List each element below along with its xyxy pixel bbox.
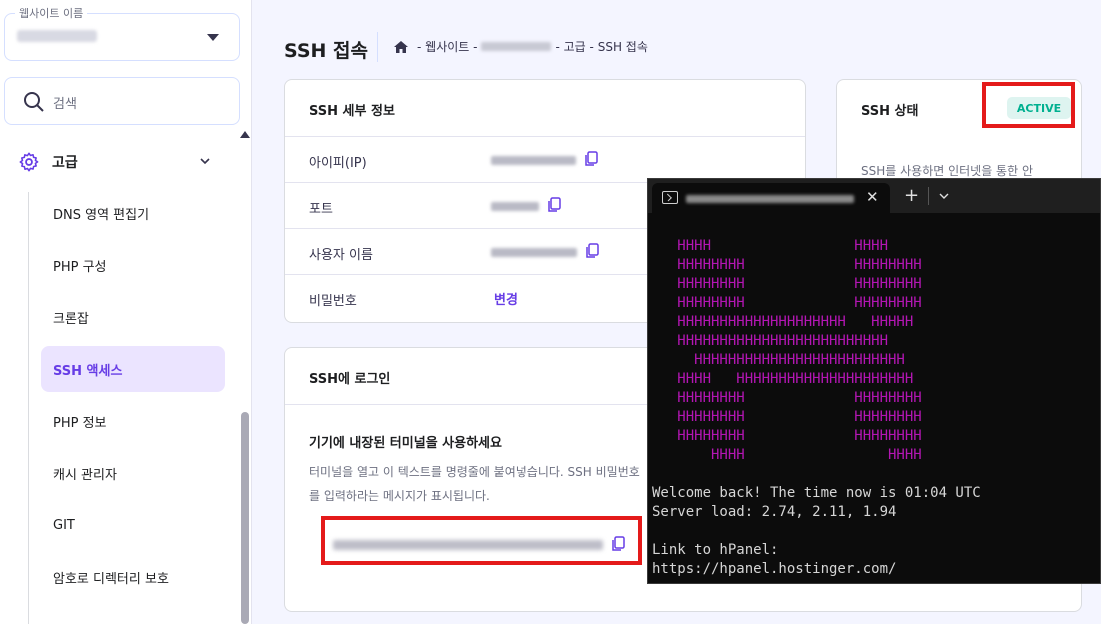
caret-down-icon bbox=[207, 34, 219, 41]
nav-tree-line bbox=[28, 192, 29, 624]
breadcrumb-item-websites[interactable]: 웹사이트 bbox=[425, 38, 469, 55]
copy-icon[interactable] bbox=[547, 197, 561, 213]
home-icon[interactable] bbox=[393, 40, 409, 54]
scroll-up-icon[interactable] bbox=[240, 131, 250, 138]
username-value bbox=[491, 248, 577, 257]
hostinger-ascii-logo: HHHH HHHH HHHHHHHH HHHHHHHH HHHHHHHH HHH… bbox=[677, 238, 922, 463]
terminal-window[interactable]: ✕ + HHHH HHHH HHHHHHHH HHHHHHHH HHHHHHHH… bbox=[647, 178, 1101, 584]
terminal-tab-title bbox=[686, 195, 854, 203]
terminal-tabbar: ✕ + bbox=[648, 179, 1100, 213]
divider bbox=[285, 228, 647, 229]
website-select-value bbox=[17, 30, 97, 42]
close-icon[interactable]: ✕ bbox=[866, 188, 879, 206]
ssh-login-subtitle: 기기에 내장된 터미널을 사용하세요 bbox=[309, 436, 502, 451]
sidebar-scrollbar[interactable] bbox=[241, 412, 249, 624]
website-select[interactable]: 웹사이트 이름 bbox=[4, 5, 240, 61]
terminal-output: HHHH HHHH HHHHHHHH HHHHHHHH HHHHHHHH HHH… bbox=[652, 237, 981, 579]
sidebar-item-php-config[interactable]: PHP 구성 bbox=[41, 242, 225, 288]
hpanel-link-url: https://hpanel.hostinger.com/ bbox=[652, 561, 897, 577]
ssh-status-title: SSH 상태 bbox=[861, 104, 919, 119]
search-icon bbox=[24, 92, 44, 112]
copy-icon[interactable] bbox=[585, 243, 599, 259]
ssh-details-title: SSH 세부 정보 bbox=[309, 104, 395, 119]
title-divider bbox=[377, 32, 378, 62]
sidebar-item-label: PHP 정보 bbox=[53, 415, 107, 431]
sidebar-item-cron[interactable]: 크론잡 bbox=[41, 294, 225, 340]
ssh-status-description: SSH를 사용하면 인터넷을 통한 안 bbox=[861, 164, 1033, 178]
port-label: 포트 bbox=[309, 202, 333, 217]
port-value bbox=[491, 202, 539, 211]
breadcrumb: - 웹사이트 - - 고급 - SSH 접속 bbox=[393, 38, 648, 55]
breadcrumb-item-current: SSH 접속 bbox=[597, 40, 648, 54]
page-title: SSH 접속 bbox=[284, 40, 368, 62]
sidebar-item-password-protect[interactable]: 암호로 디렉터리 보호 bbox=[41, 554, 225, 600]
sidebar-item-label: 캐시 관리자 bbox=[53, 467, 117, 483]
divider bbox=[285, 136, 805, 137]
breadcrumb-item-advanced[interactable]: 고급 bbox=[564, 38, 586, 55]
terminal-tab[interactable]: ✕ bbox=[652, 183, 890, 213]
sidebar-item-cache[interactable]: 캐시 관리자 bbox=[41, 450, 225, 496]
divider bbox=[285, 182, 647, 183]
ssh-login-title: SSH에 로그인 bbox=[309, 372, 391, 387]
hpanel-link-label: Link to hPanel: bbox=[652, 542, 779, 558]
sidebar-item-php-info[interactable]: PHP 정보 bbox=[41, 398, 225, 444]
sidebar-group-advanced[interactable]: 고급 bbox=[18, 148, 218, 176]
search-input[interactable]: 검색 bbox=[4, 77, 240, 125]
sidebar: 웹사이트 이름 검색 고급 DNS 영역 편집기 PHP 구성 크론잡 SSH … bbox=[0, 0, 252, 624]
chevron-down-icon bbox=[200, 158, 210, 165]
breadcrumb-sep: - bbox=[417, 39, 426, 54]
sidebar-item-label: SSH 액세스 bbox=[53, 363, 123, 379]
new-tab-icon[interactable]: + bbox=[904, 185, 919, 206]
terminal-icon bbox=[662, 191, 678, 204]
copy-icon[interactable] bbox=[584, 151, 598, 167]
username-label: 사용자 이름 bbox=[309, 248, 373, 263]
server-load-line: Server load: 2.74, 2.11, 1.94 bbox=[652, 504, 897, 520]
sidebar-item-label: 크론잡 bbox=[53, 311, 89, 327]
sidebar-item-label: 암호로 디렉터리 보호 bbox=[53, 571, 169, 587]
ip-label: 아이피(IP) bbox=[309, 156, 367, 171]
sidebar-item-label: DNS 영역 편집기 bbox=[53, 207, 150, 223]
welcome-line: Welcome back! The time now is 01:04 UTC bbox=[652, 485, 981, 501]
ip-value bbox=[491, 156, 576, 165]
divider bbox=[285, 274, 647, 275]
highlight-box bbox=[321, 516, 642, 565]
sidebar-item-git[interactable]: GIT bbox=[41, 502, 225, 548]
sidebar-item-dns[interactable]: DNS 영역 편집기 bbox=[41, 190, 225, 236]
breadcrumb-sep: - bbox=[585, 39, 598, 54]
sidebar-item-label: GIT bbox=[53, 517, 75, 533]
chevron-down-icon[interactable] bbox=[938, 191, 950, 201]
ssh-login-description: 터미널을 열고 이 텍스트를 명령줄에 붙여넣습니다. SSH 비밀번호를 입력… bbox=[309, 465, 640, 503]
breadcrumb-sep: - bbox=[555, 39, 564, 54]
breadcrumb-item-site[interactable] bbox=[481, 42, 552, 51]
change-password-link[interactable]: 변경 bbox=[494, 289, 518, 308]
breadcrumb-sep: - bbox=[469, 39, 478, 54]
gear-icon bbox=[19, 152, 39, 172]
password-label: 비밀번호 bbox=[309, 294, 357, 309]
sidebar-item-label: PHP 구성 bbox=[53, 259, 107, 275]
search-placeholder: 검색 bbox=[53, 97, 77, 112]
tabbar-divider bbox=[928, 187, 929, 205]
highlight-box bbox=[982, 82, 1075, 128]
sidebar-item-ssh-access[interactable]: SSH 액세스 bbox=[41, 346, 225, 392]
sidebar-group-label: 고급 bbox=[52, 155, 78, 171]
website-select-label: 웹사이트 이름 bbox=[15, 5, 88, 21]
